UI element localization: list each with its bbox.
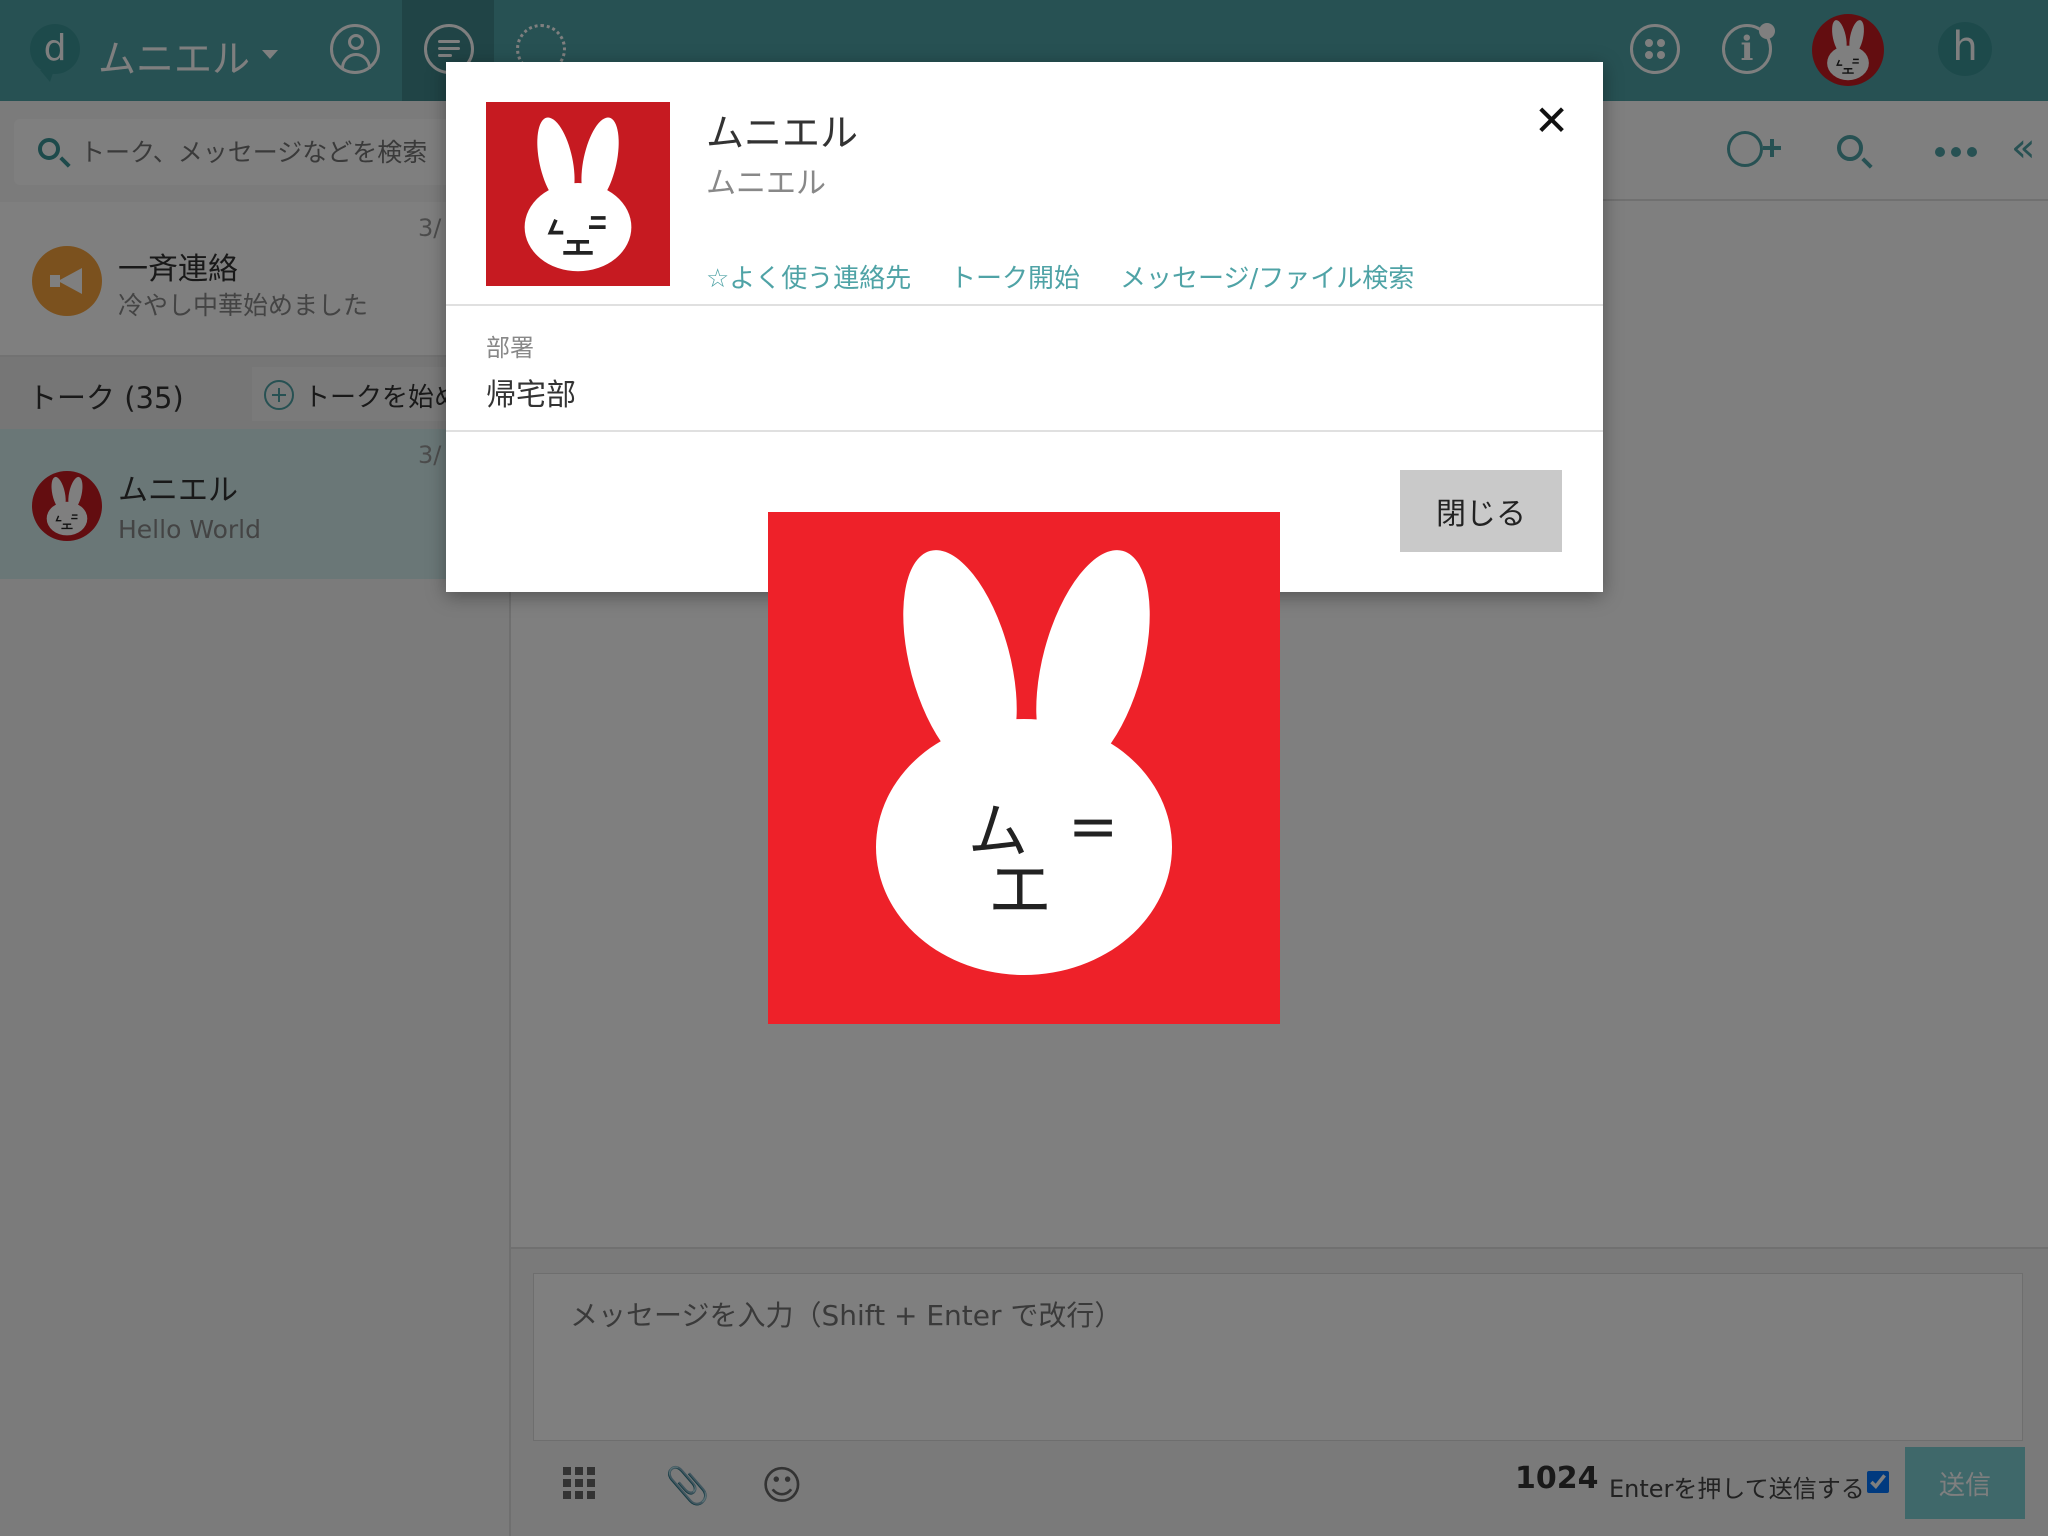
- profile-avatar[interactable]: [486, 102, 670, 286]
- face-text-right: =: [1068, 792, 1118, 862]
- start-talk-link[interactable]: トーク開始: [950, 258, 1080, 295]
- message-file-search-link[interactable]: メッセージ/ファイル検索: [1120, 258, 1414, 295]
- favorite-contact-link[interactable]: ☆よく使う連絡先: [706, 258, 911, 295]
- department-value: 帰宅部: [486, 378, 576, 413]
- close-button[interactable]: 閉じる: [1400, 470, 1562, 552]
- mouth-text: エ: [988, 854, 1052, 928]
- profile-subname: ムニエル: [706, 166, 826, 201]
- divider: [446, 304, 1603, 306]
- profile-name: ムニエル: [706, 111, 859, 155]
- rabbit-illustration: ム = エ: [876, 550, 1172, 975]
- close-icon[interactable]: ✕: [1534, 96, 1569, 145]
- department-label: 部署: [486, 334, 534, 362]
- divider: [446, 430, 1603, 432]
- enlarged-avatar-image[interactable]: ム = エ: [768, 512, 1280, 1024]
